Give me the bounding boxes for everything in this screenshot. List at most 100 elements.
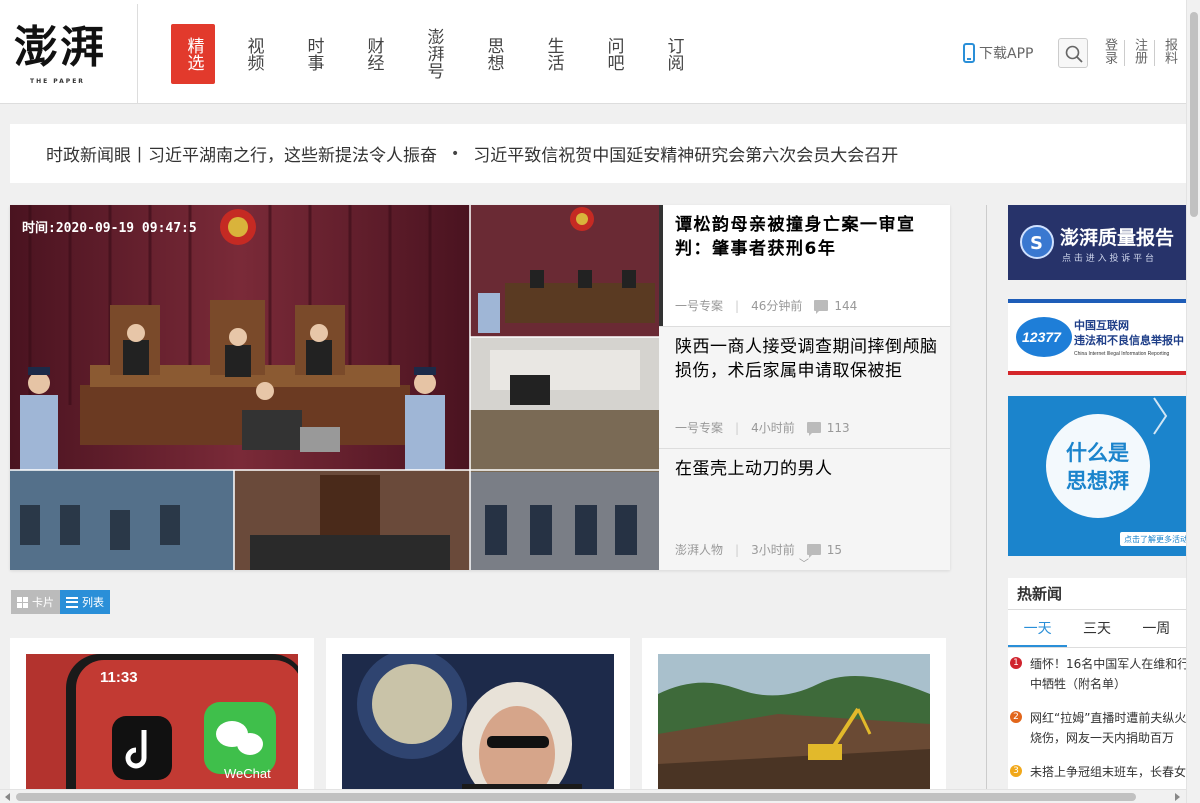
- news-source[interactable]: 澎湃人物: [675, 541, 723, 558]
- meta-separator: |: [735, 298, 740, 313]
- hero-news-meta: 一号专案 | 46分钟前 144: [675, 297, 857, 314]
- news-time: 4小时前: [751, 421, 795, 435]
- search-button[interactable]: [1058, 38, 1088, 68]
- auth-divider: [1154, 40, 1155, 66]
- download-app-link[interactable]: 下载APP: [963, 42, 1033, 64]
- site-header: 澎湃 THE PAPER 精选 视频 时事 财经 澎湃号 思想 生活 问吧 订阅…: [0, 0, 1200, 104]
- news-source[interactable]: 一号专案: [675, 297, 723, 314]
- list-view-button[interactable]: 列表: [60, 590, 110, 614]
- thought-line-1: 什么是: [1066, 441, 1129, 465]
- column-divider: [986, 205, 987, 803]
- hot-news-line[interactable]: 未搭上争冠组末班车，长春女队: [1030, 762, 1186, 782]
- hot-news-item[interactable]: 1 缅怀！16名中国军人在维和行动 中牺牲（附名单）: [1008, 648, 1186, 702]
- news-card-image[interactable]: [658, 654, 930, 803]
- hero-image[interactable]: 时间:2020-09-19 09:47:5: [10, 205, 659, 570]
- nav-item-thought[interactable]: 思想: [471, 34, 515, 74]
- news-card[interactable]: [642, 638, 946, 803]
- logo-subtitle: THE PAPER: [30, 78, 85, 85]
- wechat-label: WeChat: [224, 766, 271, 781]
- news-source[interactable]: 一号专案: [675, 419, 723, 436]
- quality-report-title: 澎湃质量报告: [1060, 226, 1174, 249]
- report-badge: 12377: [1022, 329, 1062, 345]
- nav-item-ask[interactable]: 问吧: [591, 34, 635, 74]
- rank-badge: 1: [1010, 657, 1022, 669]
- illegal-info-report-banner[interactable]: 12377 中国互联网 违法和不良信息举报中 China Internet Il…: [1008, 299, 1186, 375]
- scroll-left-icon[interactable]: [5, 793, 10, 801]
- view-toggle: 卡片 列表: [11, 590, 110, 614]
- horizontal-scrollbar[interactable]: [0, 789, 1186, 803]
- hot-news-panel: 热新闻 一天 三天 一周 1 缅怀！16名中国军人在维和行动 中牺牲（附名单） …: [1008, 578, 1186, 803]
- news-time: 46分钟前: [751, 299, 803, 313]
- hot-news-line[interactable]: 中牺牲（附名单）: [1030, 674, 1186, 694]
- hot-news-title: 热新闻: [1008, 578, 1186, 610]
- hot-news-line[interactable]: 网红“拉姆”直播时遭前夫纵火重: [1030, 708, 1186, 728]
- nav-item-pengpai-hao[interactable]: 澎湃号: [411, 24, 455, 82]
- nav-item-finance[interactable]: 财经: [351, 34, 395, 74]
- ticker-separator: •: [451, 145, 460, 162]
- what-is-thought-banner[interactable]: 什么是 思想湃 点击了解更多活动: [1008, 396, 1186, 556]
- register-link[interactable]: 注册: [1131, 38, 1147, 64]
- chevron-down-icon[interactable]: ﹀: [799, 555, 809, 570]
- report-line-1: 中国互联网: [1074, 318, 1129, 332]
- vertical-scrollbar[interactable]: [1186, 0, 1200, 803]
- vertical-scrollbar-thumb[interactable]: [1190, 12, 1198, 217]
- news-card-image[interactable]: 11:33 WeChat: [26, 654, 298, 803]
- phone-clock: 11:33: [100, 669, 138, 686]
- nav-item-video[interactable]: 视频: [231, 34, 275, 74]
- nav-item-life[interactable]: 生活: [531, 34, 575, 74]
- scroll-right-icon[interactable]: [1175, 793, 1180, 801]
- tab-one-day[interactable]: 一天: [1008, 610, 1068, 647]
- hot-news-tabs: 一天 三天 一周: [1008, 610, 1186, 648]
- auth-divider: [1124, 40, 1125, 66]
- hot-news-item[interactable]: 2 网红“拉姆”直播时遭前夫纵火重 烧伤，网友一天内捐助百万: [1008, 702, 1186, 756]
- image-timestamp: 时间:2020-09-19 09:47:5: [22, 220, 197, 236]
- thought-line-2: 思想湃: [1066, 469, 1129, 493]
- svg-text:S: S: [1030, 233, 1043, 254]
- logo-text: 澎湃: [14, 22, 106, 73]
- comment-icon: [814, 300, 829, 314]
- tab-one-week[interactable]: 一周: [1127, 610, 1186, 647]
- comment-icon: [806, 422, 821, 436]
- hero-news-meta: 澎湃人物 | 3小时前 15: [675, 541, 842, 558]
- site-logo[interactable]: 澎湃 THE PAPER: [0, 4, 138, 104]
- hot-news-line[interactable]: 缅怀！16名中国军人在维和行动: [1030, 654, 1186, 674]
- list-icon: [66, 596, 78, 608]
- grid-icon: [17, 596, 28, 608]
- nav-item-subscribe[interactable]: 订阅: [651, 34, 695, 74]
- hero-news-title[interactable]: 谭松韵母亲被撞身亡案一审宣判：肇事者获刑6年: [675, 213, 940, 261]
- card-view-label: 卡片: [32, 596, 54, 609]
- courtroom-image: 时间:2020-09-19 09:47:5: [10, 205, 659, 570]
- card-view-button[interactable]: 卡片: [11, 590, 60, 614]
- news-card[interactable]: 11:33 WeChat: [10, 638, 314, 803]
- news-card-image[interactable]: [342, 654, 614, 803]
- horizontal-scrollbar-thumb[interactable]: [16, 793, 1136, 801]
- headline-ticker: 时政新闻眼丨习近平湖南之行，这些新提法令人振奋 • 习近平致信祝贺中国延安精神研…: [10, 124, 1200, 183]
- ticker-item[interactable]: 时政新闻眼丨习近平湖南之行，这些新提法令人振奋: [46, 141, 437, 166]
- news-card[interactable]: [326, 638, 630, 803]
- hero-news-item[interactable]: 陕西一商人接受调查期间摔倒颅脑损伤，术后家属申请取保被拒 一号专案 | 4小时前…: [659, 327, 950, 448]
- hero-news-title[interactable]: 在蛋壳上动刀的男人: [675, 457, 940, 481]
- hero-news-item[interactable]: 谭松韵母亲被撞身亡案一审宣判：肇事者获刑6年 一号专案 | 46分钟前 144: [659, 205, 950, 326]
- comment-icon: [806, 544, 821, 558]
- report-line-2: 违法和不良信息举报中: [1074, 333, 1184, 347]
- hero-news-title[interactable]: 陕西一商人接受调查期间摔倒颅脑损伤，术后家属申请取保被拒: [675, 335, 940, 383]
- report-link[interactable]: 报料: [1161, 38, 1177, 64]
- quality-report-subtitle: 点 击 进 入 投 诉 平 台: [1062, 252, 1154, 264]
- hero-news-list: ︿ 谭松韵母亲被撞身亡案一审宣判：肇事者获刑6年 一号专案 | 46分钟前 14…: [659, 205, 950, 570]
- search-icon: [1065, 45, 1083, 63]
- nav-item-current-affairs[interactable]: 时事: [291, 34, 335, 74]
- hot-news-line[interactable]: 烧伤，网友一天内捐助百万: [1030, 728, 1186, 748]
- thought-link: 点击了解更多活动: [1124, 534, 1186, 544]
- hero-news-item[interactable]: 在蛋壳上动刀的男人 澎湃人物 | 3小时前 15: [659, 449, 950, 570]
- download-app-label: 下载APP: [979, 46, 1034, 62]
- report-line-3: China Internet Illegal Information Repor…: [1074, 351, 1170, 357]
- news-time: 3小时前: [751, 543, 795, 557]
- list-view-label: 列表: [82, 596, 104, 609]
- hero-section: 时间:2020-09-19 09:47:5 ︿ 谭松韵母亲被撞身亡案一审宣判：肇…: [10, 205, 950, 570]
- tab-three-days[interactable]: 三天: [1067, 610, 1126, 647]
- rank-badge: 2: [1010, 711, 1022, 723]
- nav-item-featured[interactable]: 精选: [171, 24, 215, 84]
- quality-report-banner[interactable]: S 澎湃质量报告 点 击 进 入 投 诉 平 台: [1008, 205, 1186, 280]
- login-link[interactable]: 登录: [1101, 38, 1117, 64]
- ticker-item[interactable]: 习近平致信祝贺中国延安精神研究会第六次会员大会召开: [473, 141, 898, 166]
